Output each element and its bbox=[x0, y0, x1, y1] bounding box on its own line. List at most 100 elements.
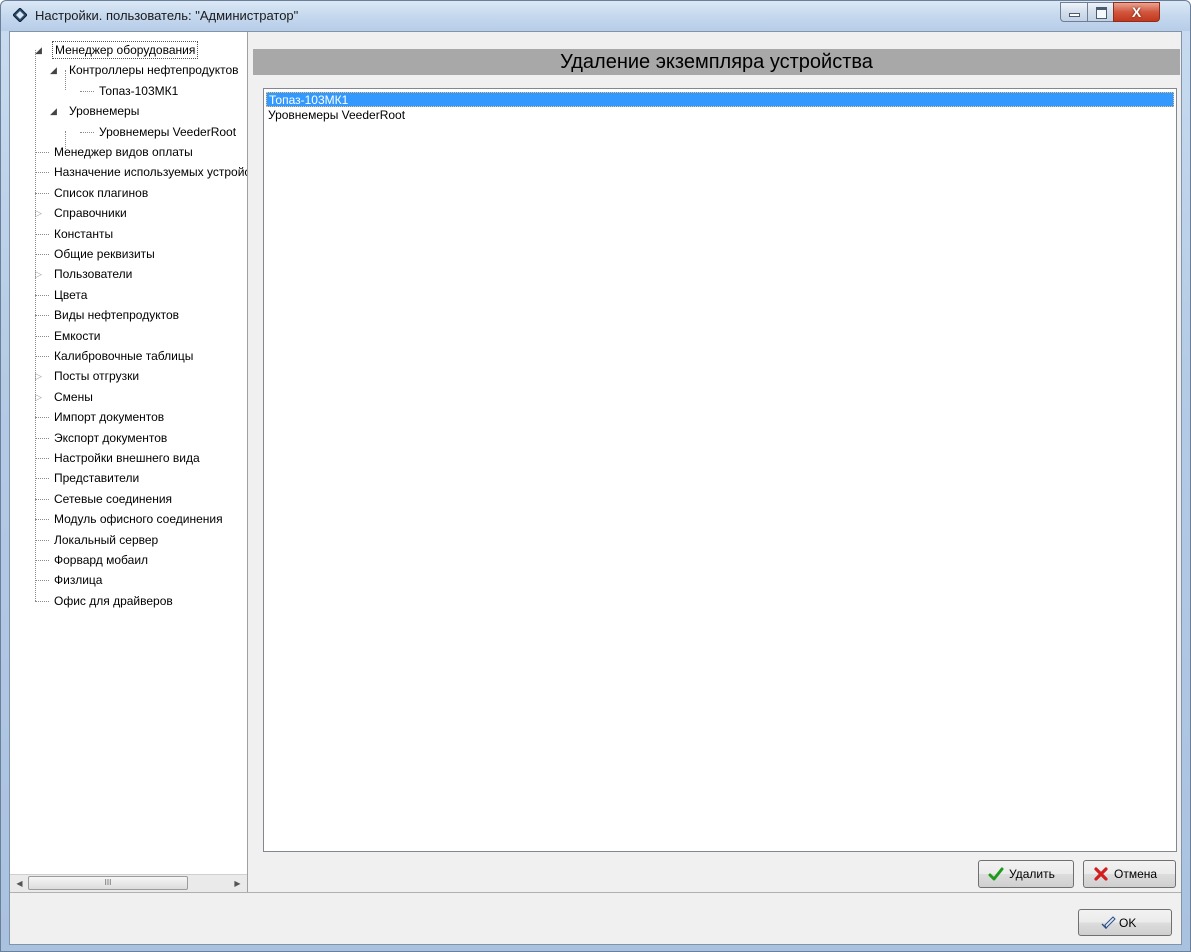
expand-triangle-icon[interactable]: ◢ bbox=[50, 60, 57, 80]
tree-item-label: Уровнемеры bbox=[69, 104, 140, 119]
tree-item-label: Константы bbox=[54, 226, 114, 241]
tree-item[interactable]: Емкости bbox=[52, 326, 103, 346]
tree-item-label: Общие реквизиты bbox=[54, 247, 155, 261]
tree-item[interactable]: Посты отгрузки bbox=[52, 366, 141, 386]
scroll-left-icon[interactable]: ◀ bbox=[11, 875, 28, 892]
tree-connector bbox=[35, 600, 49, 602]
tree-connector bbox=[80, 90, 94, 92]
collapse-triangle-icon[interactable]: ▷ bbox=[35, 387, 42, 407]
x-mark-icon bbox=[1094, 867, 1108, 881]
tree-connector bbox=[35, 315, 49, 317]
tree-item[interactable]: Менеджер оборудования bbox=[52, 40, 199, 60]
minimize-button[interactable] bbox=[1060, 2, 1088, 22]
tree-item[interactable]: Топаз-103МК1 bbox=[97, 81, 180, 101]
tree-item-label: Уровнемеры VeederRoot bbox=[99, 124, 237, 139]
tree-item[interactable]: Общие реквизиты bbox=[52, 244, 157, 264]
scroll-right-icon[interactable]: ▶ bbox=[229, 875, 246, 892]
tree-connector bbox=[35, 560, 49, 561]
tree-item[interactable]: Уровнемеры bbox=[67, 101, 141, 121]
tree-item[interactable]: Виды нефтепродуктов bbox=[52, 305, 181, 325]
tree-item[interactable]: Модуль офисного соединения bbox=[52, 509, 225, 529]
collapse-triangle-icon[interactable]: ▷ bbox=[35, 203, 42, 223]
maximize-button[interactable] bbox=[1087, 2, 1114, 22]
tree-item-label: Экспорт документов bbox=[54, 430, 168, 445]
cancel-button[interactable]: Отмена bbox=[1083, 860, 1176, 888]
tree-item-label: Форвард мобаил bbox=[54, 553, 149, 567]
tree-connector bbox=[35, 478, 49, 480]
tree-item[interactable]: Форвард мобаил bbox=[52, 550, 150, 570]
settings-window: Настройки. пользователь: "Администратор"… bbox=[0, 0, 1191, 952]
scroll-thumb[interactable]: III bbox=[28, 876, 188, 890]
tree-connector bbox=[35, 417, 49, 419]
collapse-triangle-icon[interactable]: ▷ bbox=[35, 366, 42, 386]
tree-connector bbox=[35, 172, 49, 174]
collapse-triangle-icon[interactable]: ▷ bbox=[35, 264, 42, 284]
tree-item-label: Представители bbox=[54, 471, 140, 486]
tree-connector bbox=[35, 50, 36, 601]
tree-connector bbox=[65, 70, 66, 90]
device-instance-list[interactable]: Топаз-103МК1 Уровнемеры VeederRoot bbox=[263, 88, 1177, 852]
delete-button-label: Удалить bbox=[1009, 867, 1055, 881]
tree-item[interactable]: Физлица bbox=[52, 570, 104, 590]
tree-connector bbox=[35, 152, 49, 153]
tree-item[interactable]: Представители bbox=[52, 468, 141, 488]
list-item[interactable]: Уровнемеры VeederRoot bbox=[266, 108, 1174, 123]
tree-item-label: Офис для драйверов bbox=[54, 593, 173, 608]
client-area: Менеджер оборудования ◢ Контроллеры нефтеп… bbox=[9, 31, 1182, 945]
tree-item[interactable]: Назначение используемых устройств bbox=[52, 162, 247, 182]
ok-button-label: OK bbox=[1119, 916, 1137, 930]
tree-horizontal-scrollbar[interactable]: ◀ III ▶ bbox=[10, 874, 247, 892]
tree-item-label: Цвета bbox=[54, 287, 88, 302]
pencil-check-icon bbox=[1101, 916, 1116, 930]
settings-tree[interactable]: Менеджер оборудования ◢ Контроллеры нефтеп… bbox=[10, 32, 247, 874]
tree-item-label: Пользователи bbox=[54, 267, 133, 282]
ok-button[interactable]: OK bbox=[1078, 909, 1172, 936]
tree-connector bbox=[80, 131, 94, 133]
navigation-panel: Менеджер оборудования ◢ Контроллеры нефтеп… bbox=[10, 32, 248, 892]
tree-item[interactable]: Локальный сервер bbox=[52, 530, 160, 550]
checkmark-icon bbox=[988, 867, 1004, 881]
tree-item[interactable]: Список плагинов bbox=[52, 183, 150, 203]
tree-item-label: Калибровочные таблицы bbox=[54, 349, 194, 363]
tree-connector bbox=[35, 356, 49, 357]
tree-item[interactable]: Цвета bbox=[52, 285, 89, 305]
tree-item[interactable]: Сетевые соединения bbox=[52, 489, 174, 509]
tree-connector bbox=[35, 519, 49, 521]
title-bar[interactable]: Настройки. пользователь: "Администратор"… bbox=[1, 1, 1190, 31]
tree-item[interactable]: Экспорт документов bbox=[52, 428, 169, 448]
tree-item-label: Модуль офисного соединения bbox=[54, 512, 223, 527]
tree-item-label: Справочники bbox=[54, 206, 127, 221]
close-button[interactable]: X bbox=[1113, 2, 1160, 22]
tree-item[interactable]: Офис для драйверов bbox=[52, 591, 175, 611]
tree-item[interactable]: Менеджер видов оплаты bbox=[52, 142, 195, 162]
delete-button[interactable]: Удалить bbox=[978, 860, 1074, 888]
tree-item[interactable]: Смены bbox=[52, 387, 95, 407]
tree-connector bbox=[35, 335, 49, 337]
tree-item[interactable]: Калибровочные таблицы bbox=[52, 346, 195, 366]
tree-item[interactable]: Константы bbox=[52, 224, 115, 244]
tree-item[interactable]: Уровнемеры VeederRoot bbox=[97, 122, 238, 142]
tree-connector bbox=[35, 192, 49, 194]
tree-item-label: Менеджер оборудования bbox=[52, 41, 199, 59]
tree-item-label: Локальный сервер bbox=[54, 532, 159, 547]
tree-item-label: Виды нефтепродуктов bbox=[54, 308, 179, 323]
tree-item[interactable]: Контроллеры нефтепродуктов bbox=[67, 60, 241, 80]
maximize-icon bbox=[1096, 7, 1107, 19]
tree-item-label: Настройки внешнего вида bbox=[54, 451, 200, 465]
tree-item-label: Посты отгрузки bbox=[54, 369, 140, 384]
tree-item[interactable]: Настройки внешнего вида bbox=[52, 448, 202, 468]
expand-triangle-icon[interactable]: ◢ bbox=[50, 101, 57, 121]
page-title: Удаление экземпляра устройства bbox=[560, 51, 873, 73]
cancel-button-label: Отмена bbox=[1114, 867, 1158, 881]
tree-item-label: Сетевые соединения bbox=[54, 491, 173, 506]
tree-connector bbox=[65, 131, 66, 151]
tree-item-label: Смены bbox=[54, 389, 93, 404]
tree-item-label: Топаз-103МК1 bbox=[99, 83, 179, 98]
tree-item[interactable]: Импорт документов bbox=[52, 407, 166, 427]
tree-item[interactable]: Пользователи bbox=[52, 264, 134, 284]
list-item[interactable]: Топаз-103МК1 bbox=[266, 92, 1174, 107]
tree-connector bbox=[35, 498, 49, 500]
tree-item[interactable]: Справочники bbox=[52, 203, 129, 223]
tree-item-label: Импорт документов bbox=[54, 410, 165, 425]
expand-triangle-icon[interactable]: ◢ bbox=[35, 40, 42, 60]
